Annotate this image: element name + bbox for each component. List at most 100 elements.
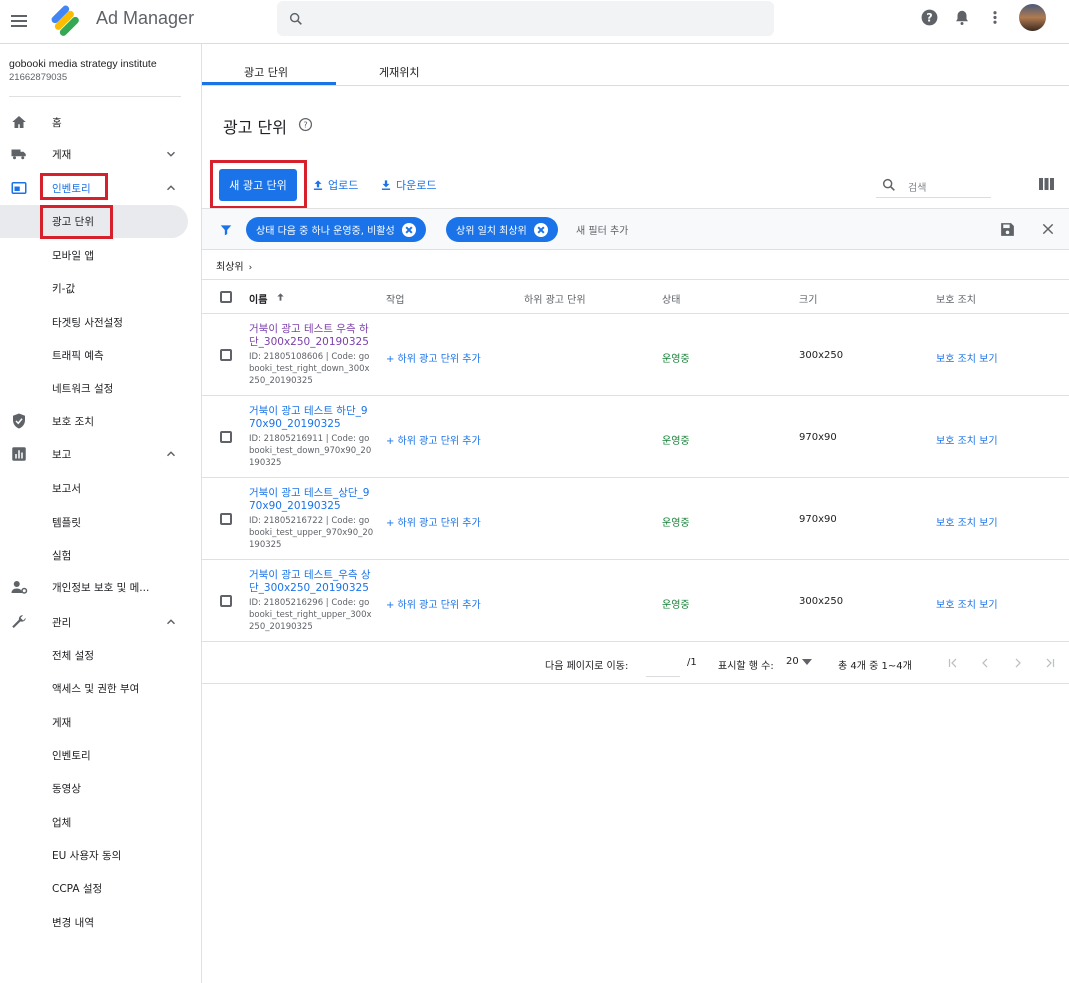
avatar[interactable] <box>1019 4 1046 31</box>
search-icon <box>882 178 895 191</box>
save-icon[interactable] <box>999 221 1016 238</box>
dropdown-arrow-icon[interactable] <box>802 659 812 665</box>
row-checkbox[interactable] <box>220 595 232 607</box>
upload-label: 업로드 <box>328 179 359 192</box>
sidebar-item-home[interactable]: 홈 <box>0 109 201 135</box>
help-icon[interactable]: ? <box>920 8 939 27</box>
close-icon[interactable] <box>1041 222 1055 236</box>
sidebar-item-change-history[interactable]: 변경 내역 <box>0 909 201 935</box>
truck-icon <box>11 149 26 160</box>
bell-icon[interactable] <box>953 8 971 27</box>
previous-page-icon[interactable] <box>979 657 991 669</box>
sidebar-item-video[interactable]: 동영상 <box>0 775 201 801</box>
ad-unit-name-link[interactable]: 거북이 광고 테스트 우측 하단_300x250_20190325 <box>249 323 374 349</box>
sidebar-item-admin-delivery[interactable]: 게재 <box>0 709 201 735</box>
table-search-input[interactable]: 검색 <box>876 172 991 198</box>
sidebar-item-global-settings[interactable]: 전체 설정 <box>0 642 201 668</box>
rows-per-page-select[interactable]: 20 <box>786 656 799 667</box>
new-ad-unit-button[interactable]: 새 광고 단위 <box>219 169 297 201</box>
column-header-protections[interactable]: 보호 조치 <box>936 291 976 306</box>
close-icon[interactable] <box>401 222 416 237</box>
goto-page-input[interactable] <box>646 651 680 677</box>
sidebar-item-mobile-apps[interactable]: 모바일 앱 <box>0 242 201 268</box>
person-settings-icon <box>11 581 28 594</box>
ad-unit-name-link[interactable]: 거북이 광고 테스트_상단_970x90_20190325 <box>249 487 374 513</box>
sidebar-item-traffic-forecast[interactable]: 트래픽 예측 <box>0 342 201 368</box>
wrench-icon <box>12 615 26 628</box>
search-icon <box>289 12 302 25</box>
add-child-link[interactable]: + 하위 광고 단위 추가 <box>386 350 481 365</box>
breadcrumb[interactable]: 최상위 › <box>216 258 252 273</box>
goto-page-label: 다음 페이지로 이동: <box>545 661 629 672</box>
view-protections-link[interactable]: 보호 조치 보기 <box>936 350 998 365</box>
sidebar-item-templates[interactable]: 템플릿 <box>0 509 201 535</box>
row-checkbox[interactable] <box>220 431 232 443</box>
sidebar-item-key-values[interactable]: 키-값 <box>0 275 201 301</box>
ad-unit-name-link[interactable]: 거북이 광고 테스트_우측 상단_300x250_20190325 <box>249 569 374 595</box>
column-header-name[interactable]: 이름 <box>249 291 267 306</box>
sidebar-item-experiments[interactable]: 실험 <box>0 542 201 568</box>
total-pages: /1 <box>687 657 697 668</box>
column-header-children[interactable]: 하위 광고 단위 <box>524 291 586 306</box>
sidebar-item-label: 보고서 <box>52 483 81 495</box>
view-protections-link[interactable]: 보호 조치 보기 <box>936 514 998 529</box>
help-outline-icon[interactable]: ? <box>298 117 313 132</box>
column-header-size[interactable]: 크기 <box>799 291 817 306</box>
hamburger-menu-icon[interactable] <box>9 10 31 32</box>
sidebar-item-companies[interactable]: 업체 <box>0 809 201 835</box>
last-page-icon[interactable] <box>1044 657 1056 669</box>
tab-placements[interactable]: 게재위치 <box>379 64 419 80</box>
chevron-down-icon <box>166 151 176 157</box>
first-page-icon[interactable] <box>947 657 959 669</box>
filter-icon[interactable] <box>219 223 233 237</box>
range-label: 총 4개 중 1~4개 <box>838 661 912 672</box>
chevron-up-icon <box>166 451 176 457</box>
more-vert-icon[interactable] <box>990 8 1000 27</box>
sidebar-item-privacy[interactable]: 개인정보 보호 및 메... <box>0 574 201 600</box>
table-row: 거북이 광고 테스트_상단_970x90_20190325 ID: 218052… <box>202 478 1069 560</box>
columns-icon[interactable] <box>1039 178 1054 190</box>
column-header-status[interactable]: 상태 <box>662 291 680 306</box>
sidebar-item-network-settings[interactable]: 네트워크 설정 <box>0 375 201 401</box>
close-icon[interactable] <box>533 222 548 237</box>
sidebar-item-label: 실험 <box>52 550 72 562</box>
breadcrumb-root[interactable]: 최상위 <box>216 262 244 273</box>
row-checkbox[interactable] <box>220 349 232 361</box>
download-button[interactable]: 다운로드 <box>379 177 436 193</box>
upload-button[interactable]: 업로드 <box>311 177 358 193</box>
add-child-link[interactable]: + 하위 광고 단위 추가 <box>386 514 481 529</box>
view-protections-link[interactable]: 보호 조치 보기 <box>936 432 998 447</box>
filter-chip-parent[interactable]: 상위 일치 최상위 <box>446 217 558 242</box>
table-row: 거북이 광고 테스트_우측 상단_300x250_20190325 ID: 21… <box>202 560 1069 642</box>
sidebar-item-report-list[interactable]: 보고서 <box>0 475 201 501</box>
sidebar-item-targeting-presets[interactable]: 타겟팅 사전설정 <box>0 309 201 335</box>
sidebar-item-protections[interactable]: 보호 조치 <box>0 408 201 434</box>
add-filter-input[interactable]: 새 필터 추가 <box>576 222 628 237</box>
sidebar-item-label: EU 사용자 동의 <box>52 850 122 862</box>
upload-icon <box>313 180 323 190</box>
sidebar-item-delivery[interactable]: 게재 <box>0 141 201 167</box>
row-checkbox[interactable] <box>220 513 232 525</box>
next-page-icon[interactable] <box>1012 657 1024 669</box>
sidebar-item-admin[interactable]: 관리 <box>0 609 201 635</box>
sidebar-item-label: 네트워크 설정 <box>52 383 114 395</box>
add-child-link[interactable]: + 하위 광고 단위 추가 <box>386 432 481 447</box>
sidebar-item-label: 키-값 <box>52 283 76 295</box>
view-protections-link[interactable]: 보호 조치 보기 <box>936 596 998 611</box>
sidebar-item-ccpa[interactable]: CCPA 설정 <box>0 875 201 901</box>
sidebar-item-admin-inventory[interactable]: 인벤토리 <box>0 742 201 768</box>
filter-chip-status[interactable]: 상태 다음 중 하나 운영중, 비활성 <box>246 217 426 242</box>
sidebar-item-access[interactable]: 액세스 및 권한 부여 <box>0 675 201 701</box>
add-child-link[interactable]: + 하위 광고 단위 추가 <box>386 596 481 611</box>
svg-text:?: ? <box>926 11 932 24</box>
arrow-up-icon[interactable] <box>275 291 286 303</box>
org-id: 21662879035 <box>9 72 68 83</box>
global-search-bar[interactable] <box>277 1 774 36</box>
sidebar-item-reports[interactable]: 보고 <box>0 441 201 467</box>
select-all-checkbox[interactable] <box>220 291 232 303</box>
chevron-up-icon <box>166 185 176 191</box>
tab-ad-units[interactable]: 광고 단위 <box>244 64 288 80</box>
ad-unit-name-link[interactable]: 거북이 광고 테스트 하단_970x90_20190325 <box>249 405 374 431</box>
search-placeholder: 검색 <box>908 183 927 194</box>
sidebar-item-eu-consent[interactable]: EU 사용자 동의 <box>0 842 201 868</box>
